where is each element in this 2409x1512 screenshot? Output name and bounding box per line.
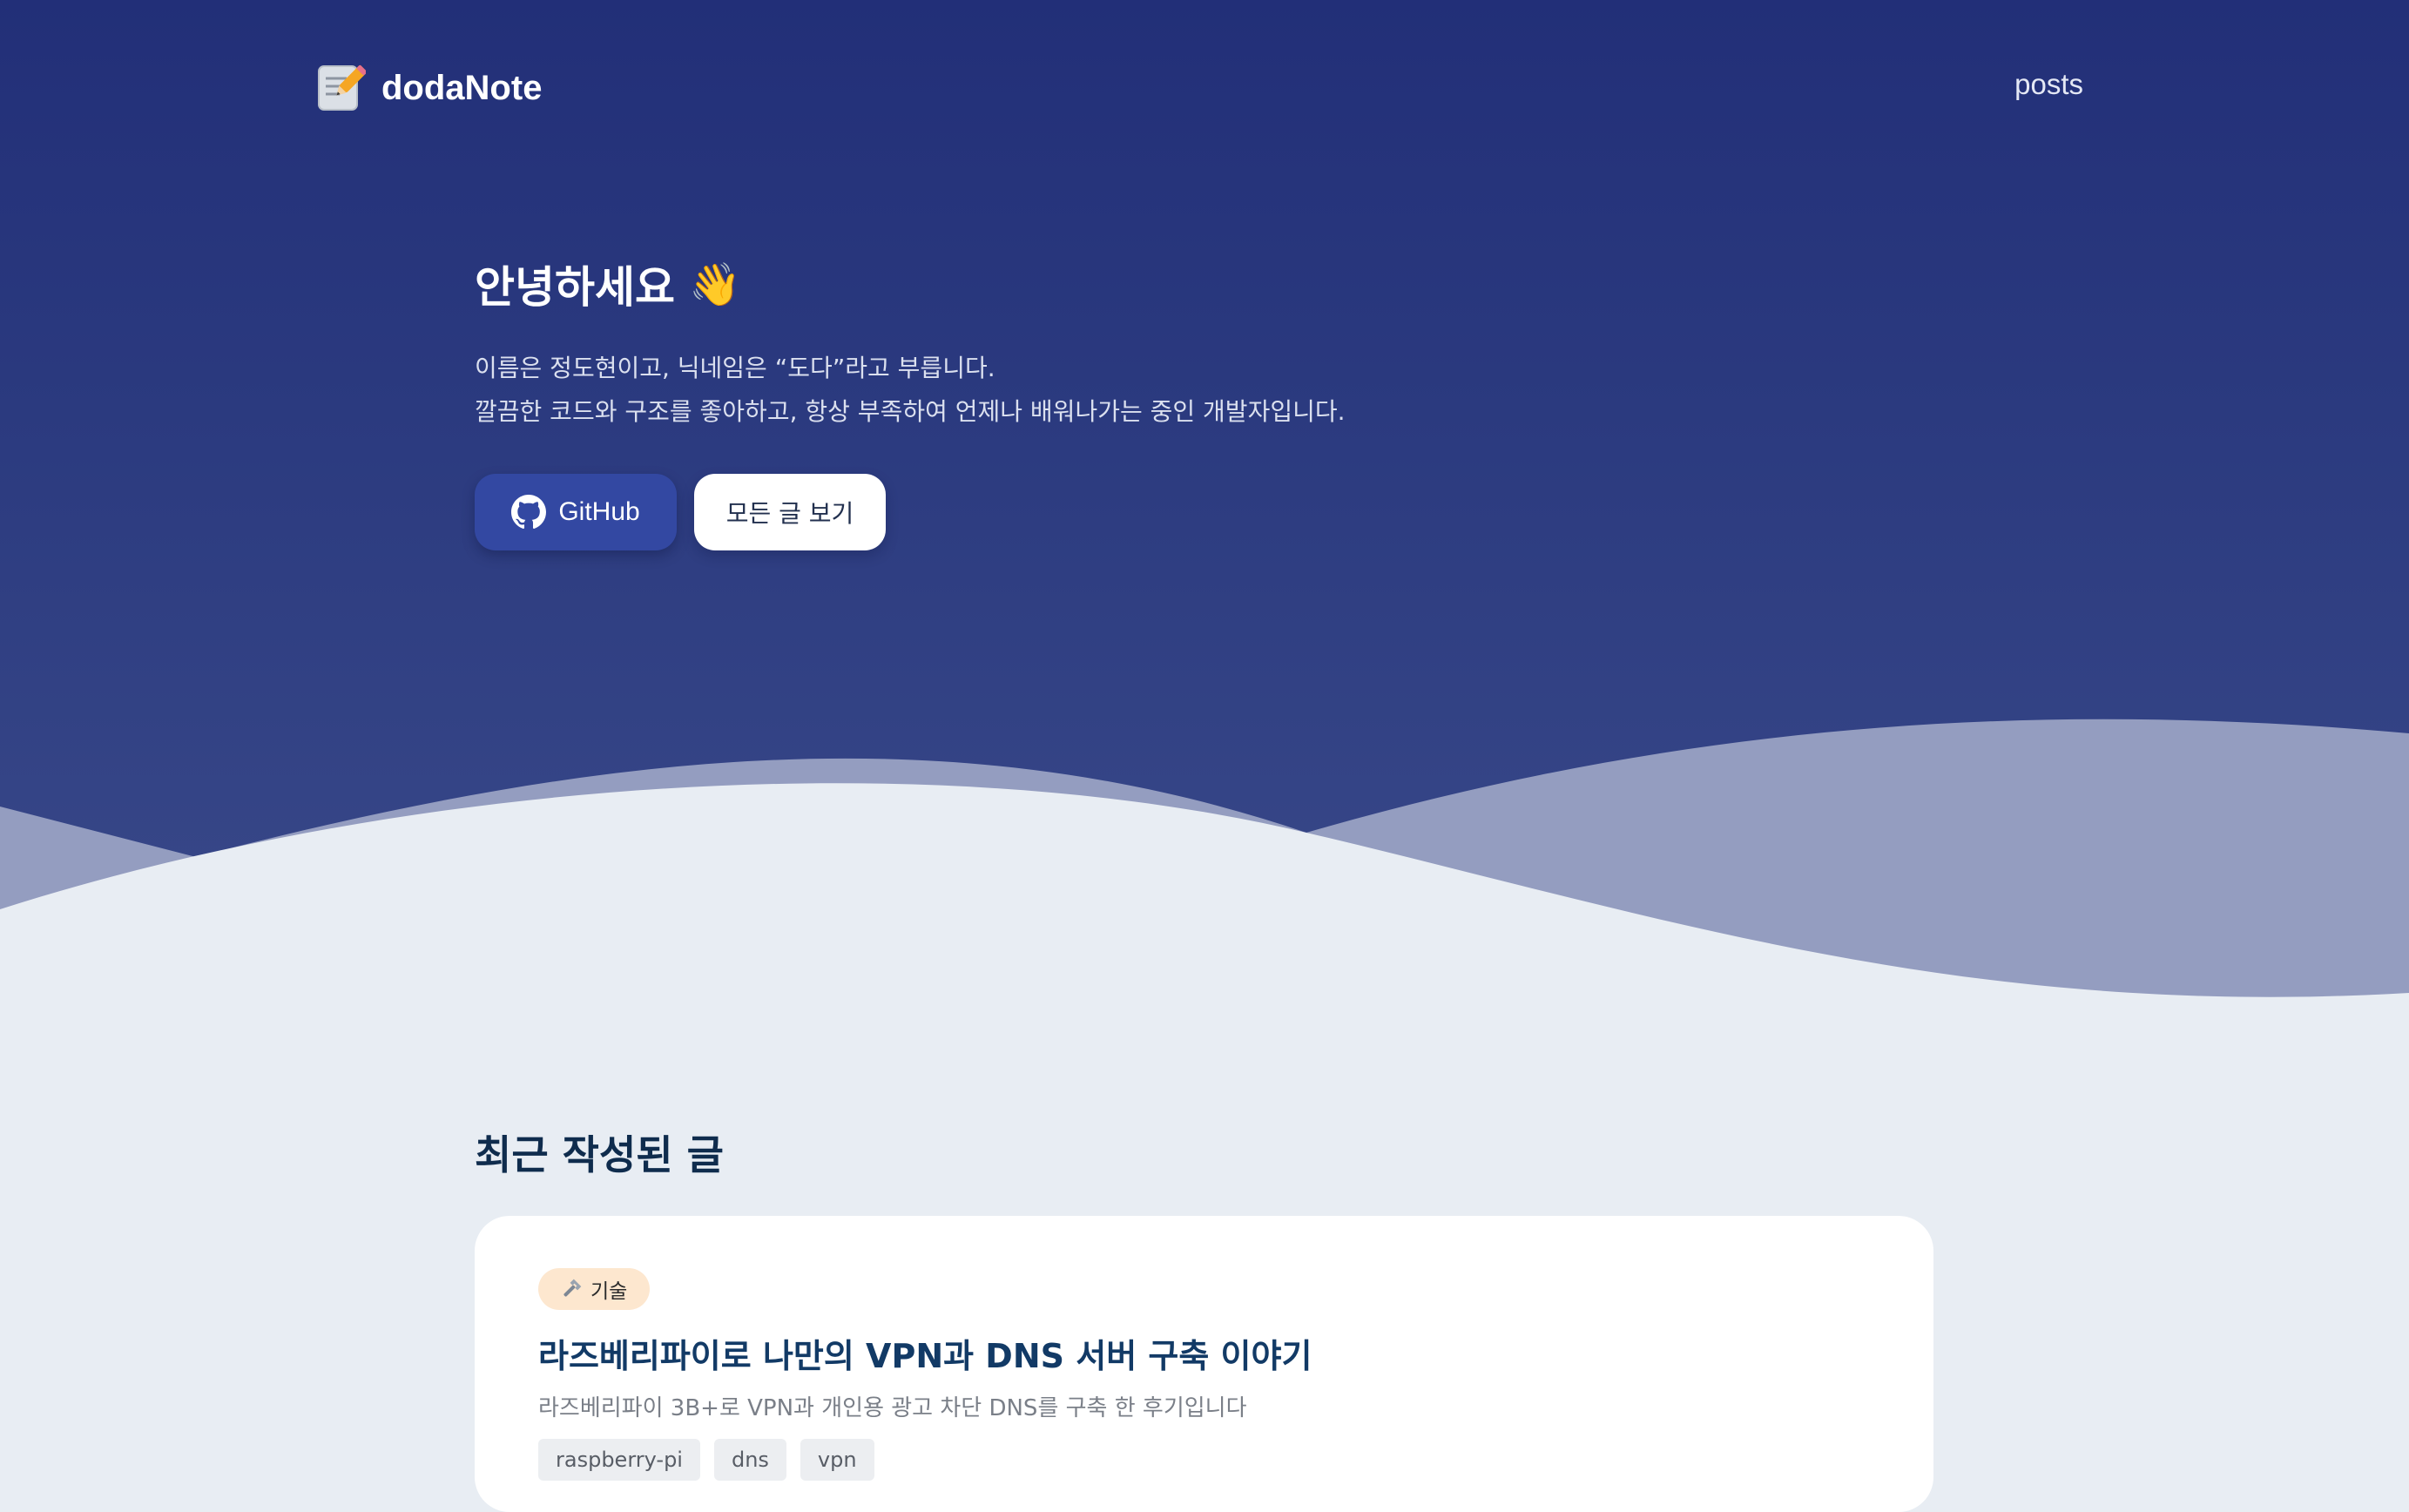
post-card[interactable]: 기술 라즈베리파이로 나만의 VPN과 DNS 서버 구축 이야기 라즈베리파이… (475, 1216, 1933, 1512)
memo-icon (318, 65, 366, 111)
post-description: 라즈베리파이 3B+로 VPN과 개인용 광고 차단 DNS를 구축 한 후기입… (538, 1395, 1247, 1421)
post-title: 라즈베리파이로 나만의 VPN과 DNS 서버 구축 이야기 (538, 1337, 1312, 1375)
navbar: dodaNote posts (315, 57, 2083, 118)
all-posts-button-label: 모든 글 보기 (725, 499, 854, 528)
intro-description: 이름은 정도현이고, 닉네임은 “도다”라고 부릅니다. 깔끔한 코드와 구조를… (475, 347, 1346, 434)
recent-posts-title: 최근 작성된 글 (475, 1131, 724, 1178)
all-posts-button[interactable]: 모든 글 보기 (694, 474, 886, 550)
brand-link[interactable]: dodaNote (315, 57, 542, 118)
post-tags: raspberry-pi dns vpn (538, 1439, 874, 1481)
tag-raspberry-pi[interactable]: raspberry-pi (538, 1439, 700, 1481)
hero-buttons: GitHub 모든 글 보기 (475, 474, 886, 550)
github-button[interactable]: GitHub (475, 474, 677, 550)
intro-line-2: 깔끔한 코드와 구조를 좋아하고, 항상 부족하여 언제나 배워나가는 중인 개… (475, 397, 1346, 426)
hero-wave-divider (0, 719, 2409, 1045)
tag-dns[interactable]: dns (713, 1439, 786, 1481)
nav-posts-link[interactable]: posts (2014, 68, 2083, 101)
intro-line-1: 이름은 정도현이고, 닉네임은 “도다”라고 부릅니다. (475, 354, 995, 382)
github-icon (511, 495, 547, 530)
category-badge[interactable]: 기술 (538, 1268, 651, 1310)
tag-vpn[interactable]: vpn (800, 1439, 874, 1481)
wrench-icon (563, 1279, 582, 1297)
greeting-text: 안녕하세요 (475, 262, 675, 313)
category-label: 기술 (590, 1280, 628, 1303)
github-button-label: GitHub (558, 497, 640, 526)
greeting-heading: 안녕하세요 👋 (475, 253, 1346, 315)
brand-title: dodaNote (381, 68, 543, 107)
intro-section: 안녕하세요 👋 이름은 정도현이고, 닉네임은 “도다”라고 부릅니다. 깔끔한… (475, 253, 1346, 434)
waving-hand-icon: 👋 (689, 260, 741, 309)
